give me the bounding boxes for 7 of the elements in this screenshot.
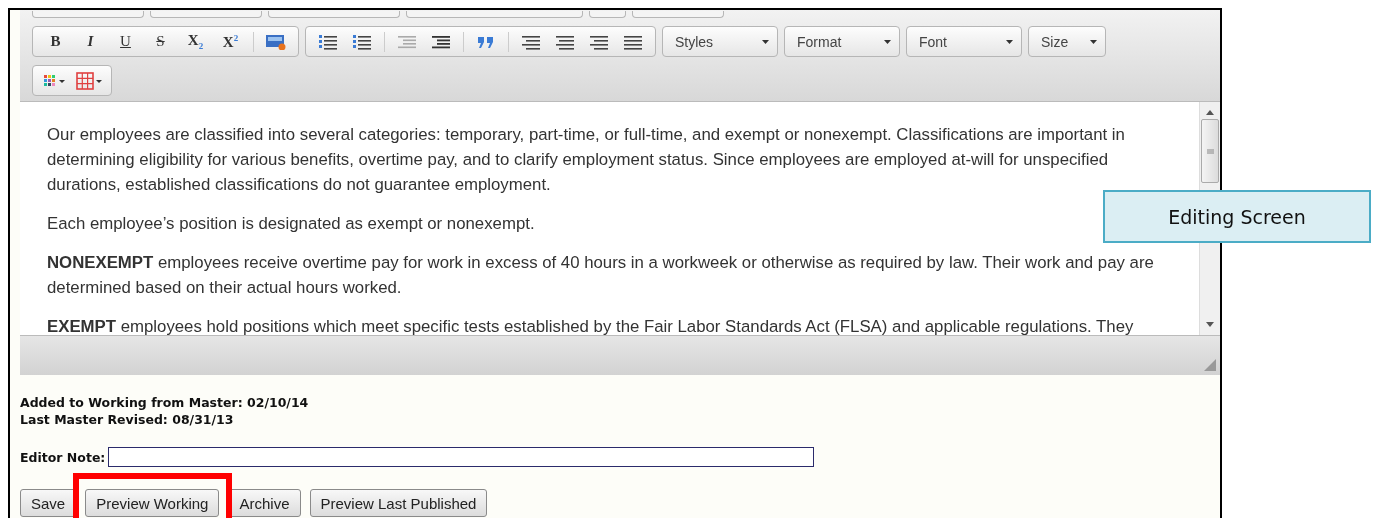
info-text: Last Master Revised: 08/31/13 xyxy=(20,411,234,428)
paragraph: NONEXEMPT employees receive overtime pay for work in excess of 40 hours in a workweek or otherwise as required by law. Their work and pay are determined based on their actual hours worked. xyxy=(47,252,1155,299)
paragraph: Each employee’s position is designated as exempt or nonexempt. xyxy=(47,213,536,235)
paragraph: EXEMPT employees hold positions which meet specific tests established by the Fair Labor Standards Act (FLSA) and applicable regulations. They xyxy=(47,316,1135,335)
field-label: Editor Note: xyxy=(20,448,106,466)
info-text: Added to Working from Master: 02/10/14 xyxy=(20,394,309,411)
callout-tooltip: Editing Screen xyxy=(1103,190,1371,243)
